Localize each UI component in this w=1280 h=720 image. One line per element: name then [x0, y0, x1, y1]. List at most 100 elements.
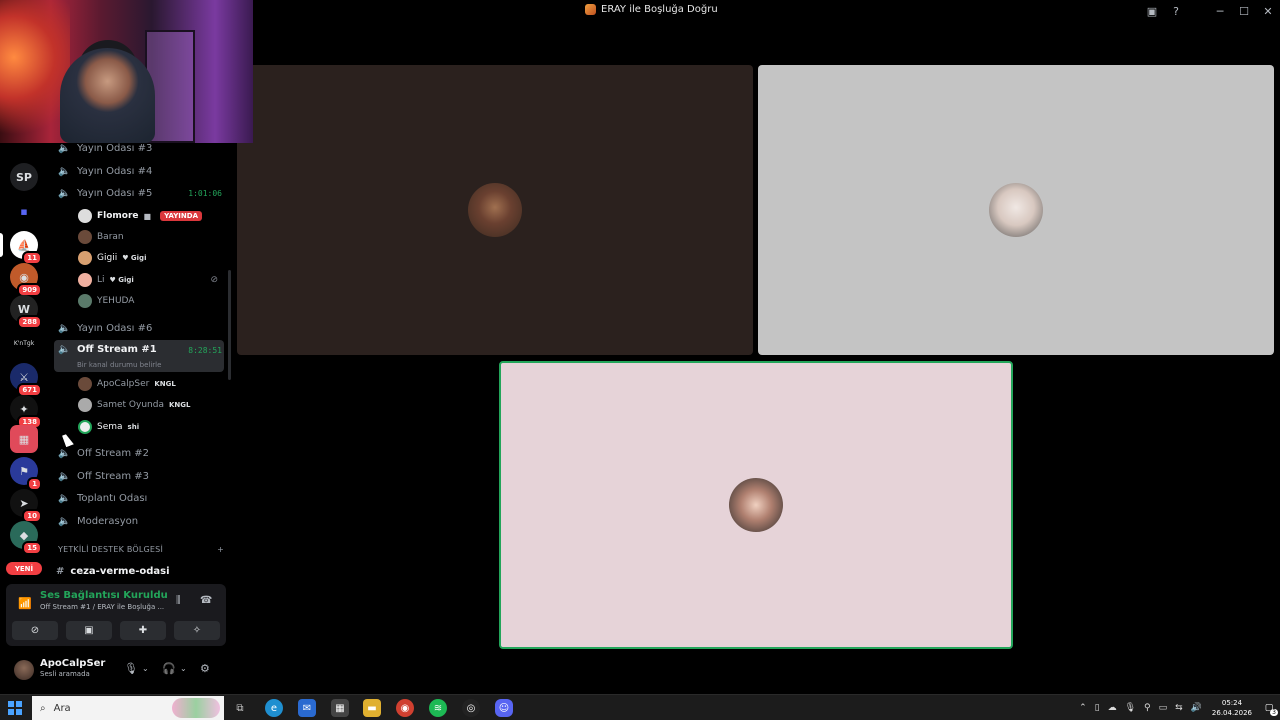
video-tile[interactable] — [758, 65, 1274, 355]
voice-user[interactable]: Li ♥ Gigi ⊘ — [78, 271, 224, 289]
speaker-icon: 🔈 — [58, 322, 71, 334]
network-icon[interactable]: ⇆ — [1175, 703, 1183, 713]
folder-icon[interactable]: ▬ — [363, 699, 381, 717]
server-b[interactable]: ◉ 909 — [10, 263, 42, 297]
spotify-icon[interactable]: ≋ — [429, 699, 447, 717]
server-c[interactable]: ⚔ 671 — [10, 363, 42, 397]
connection-status[interactable]: Ses Bağlantısı Kuruldu — [40, 590, 168, 601]
edge-icon[interactable]: e — [265, 699, 283, 717]
chevron-down-icon[interactable]: ⌄ — [180, 664, 187, 673]
category-header[interactable]: YETKİLİ DESTEK BÖLGESİ + — [58, 545, 224, 554]
voice-channel[interactable]: 🔈 Yayın Odası #4 — [54, 161, 224, 181]
channel-name: ceza-verme-odasi — [70, 565, 170, 577]
server-a[interactable]: ⛵ 11 — [10, 231, 42, 265]
disconnect-icon[interactable]: ☎ — [200, 595, 212, 606]
chevron-down-icon[interactable]: ⌄ — [142, 664, 149, 673]
user-tag: ♥ Gigi — [122, 254, 147, 262]
add-channel-icon[interactable]: + — [217, 545, 224, 554]
speaker-icon: 🔈 — [58, 187, 71, 199]
device-icon[interactable]: ▯ — [1095, 703, 1100, 713]
cloud-icon[interactable]: ☁ — [1108, 703, 1117, 713]
voice-channel[interactable]: 🔈 Moderasyon — [54, 511, 224, 531]
server-w[interactable]: W 288 — [10, 295, 42, 329]
channel-name: Toplantı Odası — [77, 492, 148, 504]
folder-icon[interactable]: ▪ — [10, 197, 38, 225]
avatar — [78, 294, 92, 308]
server-sp[interactable]: SP — [10, 163, 38, 191]
server-f[interactable]: ⚑ 1 — [10, 457, 42, 491]
voice-user[interactable]: Samet Oyunda KNGL — [78, 396, 224, 414]
signal-icon[interactable]: 📶 — [14, 592, 36, 614]
voice-channel[interactable]: 🔈 Off Stream #2 — [54, 443, 224, 463]
search-box[interactable]: ⌕ Ara — [32, 696, 224, 720]
usb-icon[interactable]: ⚲ — [1144, 703, 1151, 713]
channel-timer: 1:01:06 — [188, 188, 222, 198]
channel-status-hint[interactable]: Bir kanal durumu belirle — [77, 361, 161, 369]
video-tile[interactable] — [237, 65, 753, 355]
voice-user[interactable]: YEHUDA — [78, 292, 224, 310]
voice-user[interactable]: Flomore ■ YAYINDA — [78, 207, 224, 225]
voice-user[interactable]: ApoCalpSer KNGL — [78, 375, 224, 393]
connection-channel[interactable]: Off Stream #1 / ERAY ile Boşluğa ... — [40, 603, 165, 611]
search-placeholder: Ara — [53, 702, 71, 714]
video-tile-speaking[interactable] — [499, 361, 1013, 649]
notification-count: 3 — [1270, 709, 1278, 716]
user-tag: KNGL — [168, 401, 191, 409]
screen-share-icon[interactable]: ▣ — [1140, 0, 1164, 22]
camera-off-button[interactable]: ⊘ — [12, 621, 58, 640]
close-button[interactable]: ✕ — [1256, 0, 1280, 22]
deafened-icon: ⊘ — [210, 275, 218, 285]
server-e[interactable]: ▦ — [10, 425, 38, 453]
clock[interactable]: 05:24 26.04.2026 — [1212, 698, 1252, 718]
notification-icon[interactable]: ▢ 3 — [1258, 695, 1280, 720]
store-icon[interactable]: ▦ — [331, 699, 349, 717]
volume-icon[interactable]: 🔊 — [1191, 703, 1202, 713]
obs-icon[interactable]: ◎ — [462, 699, 480, 717]
window-title: ERAY ile Boşluğa Doğru — [601, 4, 718, 15]
mic-tray-icon[interactable]: 🎙 — [1125, 703, 1136, 713]
screen-share-button[interactable]: ▣ — [66, 621, 112, 640]
webcam-overlay — [0, 0, 253, 143]
activities-button[interactable]: ✚ — [120, 621, 166, 640]
soundboard-button[interactable]: ✧ — [174, 621, 220, 640]
server-logo-icon — [585, 4, 596, 15]
user-name: ApoCalpSer — [97, 379, 150, 389]
live-badge: YAYINDA — [160, 211, 202, 221]
server-kotilk[interactable]: K'nTgk — [10, 329, 38, 357]
voice-channel[interactable]: 🔈 Yayın Odası #5 1:01:06 — [54, 183, 224, 203]
voice-user[interactable]: Baran — [78, 228, 224, 246]
server-g[interactable]: ➤ 10 — [10, 489, 42, 523]
display-icon[interactable]: ▭ — [1159, 703, 1168, 713]
minimize-button[interactable]: ─ — [1208, 0, 1232, 22]
voice-channel[interactable]: 🔈 Yayın Odası #6 — [54, 318, 224, 338]
microphone-icon[interactable]: 🎙 — [124, 662, 138, 675]
channel-name: Off Stream #3 — [77, 470, 150, 482]
unread-badge: 15 — [22, 541, 42, 555]
chrome-icon[interactable]: ◉ — [396, 699, 414, 717]
chevron-up-icon[interactable]: ⌃ — [1079, 703, 1087, 713]
scrollbar[interactable] — [228, 270, 231, 380]
discord-icon[interactable]: ☺ — [495, 699, 513, 717]
voice-channel[interactable]: 🔈 Yayın Odası #3 — [54, 143, 224, 158]
gear-icon[interactable]: ⚙ — [200, 662, 210, 675]
channel-name: Off Stream #2 — [77, 447, 150, 459]
new-badge[interactable]: YENİ — [6, 562, 42, 575]
server-d[interactable]: ✦ 138 — [10, 395, 42, 429]
voice-user[interactable]: Sema shi — [78, 418, 224, 436]
avatar[interactable] — [14, 660, 34, 680]
headphones-icon[interactable]: 🎧 — [162, 662, 176, 675]
maximize-button[interactable]: ☐ — [1232, 0, 1256, 22]
avatar — [78, 230, 92, 244]
windows-start-icon[interactable] — [8, 701, 22, 715]
noise-suppression-icon[interactable]: ⫼ — [176, 595, 181, 606]
user-name[interactable]: ApoCalpSer — [40, 658, 105, 669]
text-channel[interactable]: # ceza-verme-odasi — [56, 563, 224, 579]
voice-channel[interactable]: 🔈 Off Stream #3 — [54, 466, 224, 486]
voice-channel[interactable]: 🔈 Toplantı Odası — [54, 488, 224, 508]
task-view-icon[interactable]: ⧉ — [231, 699, 249, 717]
voice-user[interactable]: Gigii ♥ Gigi — [78, 249, 224, 267]
user-name: YEHUDA — [97, 296, 135, 306]
mail-icon[interactable]: ✉ — [298, 699, 316, 717]
help-icon[interactable]: ? — [1164, 0, 1188, 22]
server-h[interactable]: ◆ 15 — [10, 521, 42, 555]
